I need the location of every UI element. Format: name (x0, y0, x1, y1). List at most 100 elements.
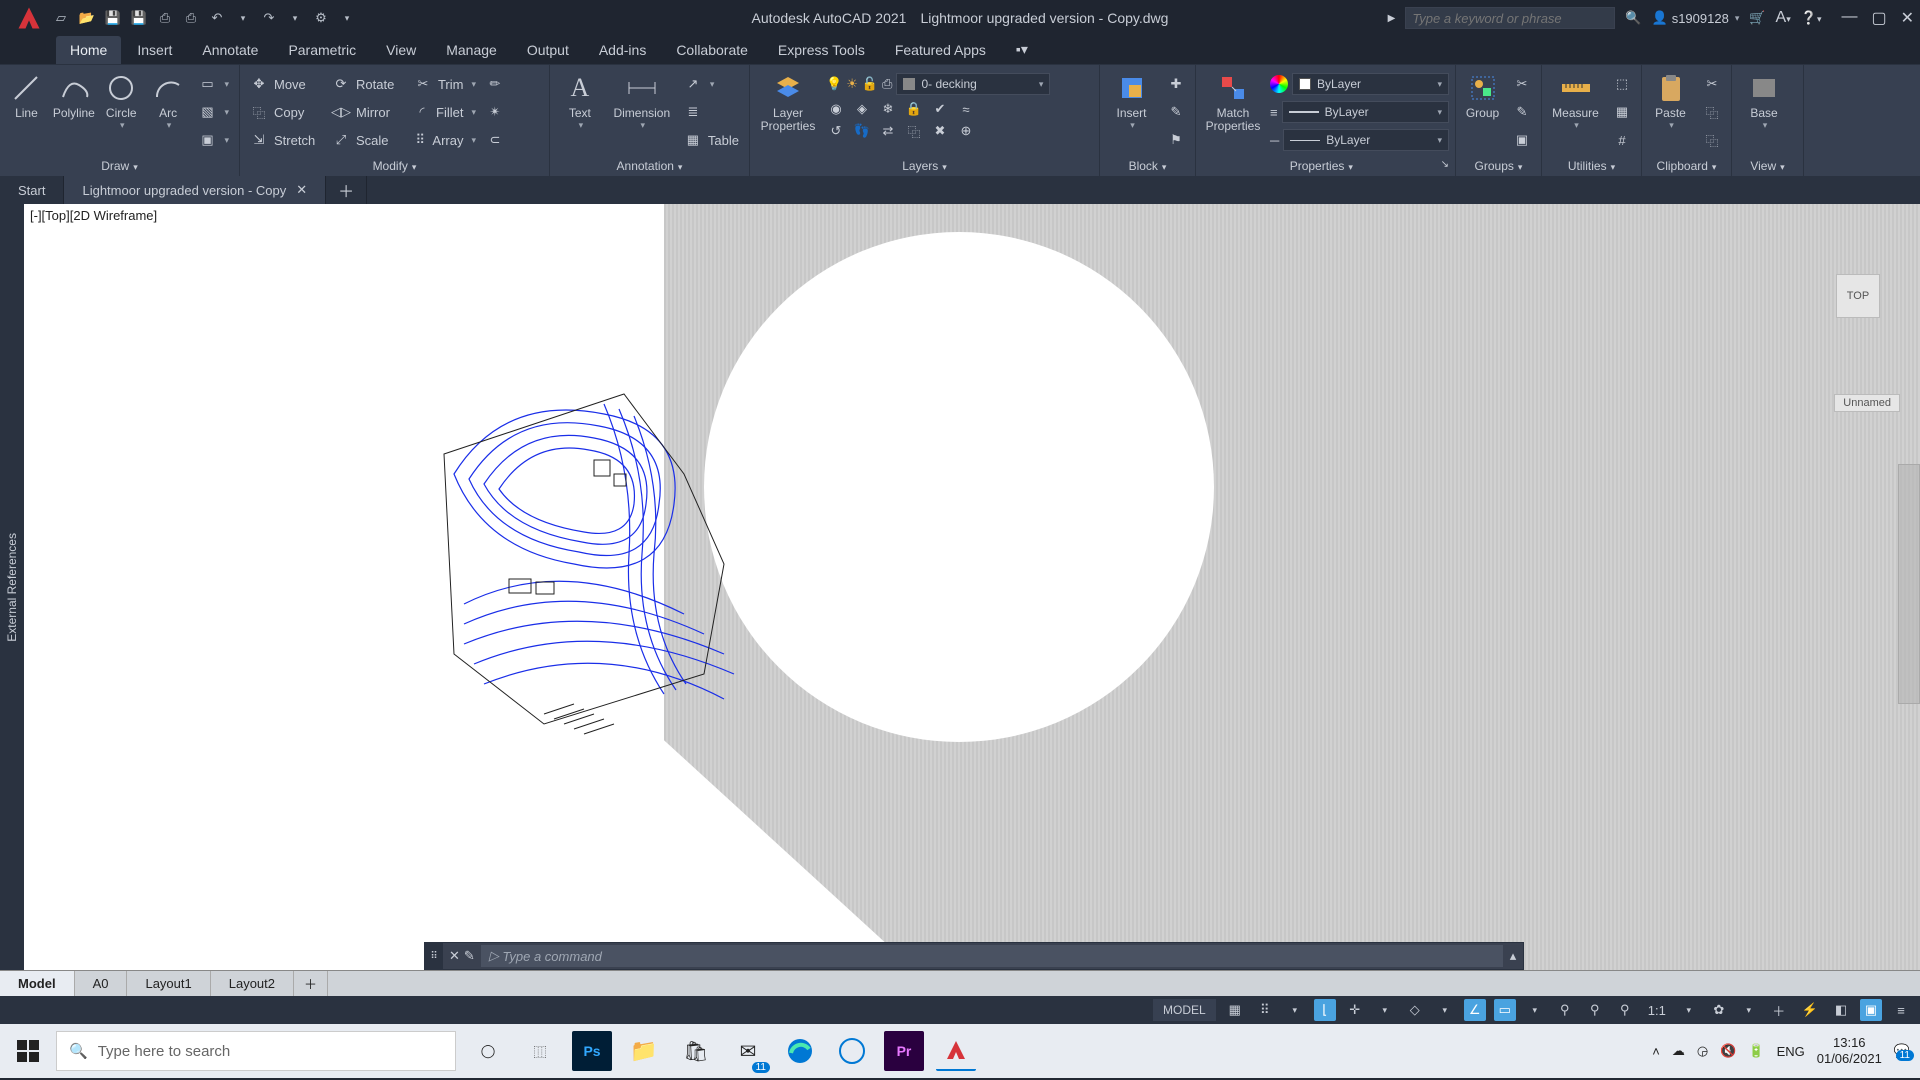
windows-search-input[interactable]: 🔍 Type here to search (56, 1031, 456, 1071)
gear-dd[interactable]: ▾ (1738, 999, 1760, 1021)
sidebar-external-references[interactable]: External References (0, 204, 24, 970)
layer-merge-icon[interactable]: ⊕ (956, 121, 976, 141)
layer-make-icon[interactable]: ✔ (930, 99, 950, 119)
offset-button[interactable]: ⊂ (482, 127, 508, 153)
explorer-icon[interactable]: 📁 (624, 1031, 664, 1071)
language-indicator[interactable]: ENG (1777, 1044, 1805, 1059)
cart-icon[interactable]: 🛒 (1749, 10, 1765, 26)
rotate-button[interactable]: ⟳Rotate (328, 71, 408, 97)
ribbon-tab-addins[interactable]: Add-ins (585, 36, 660, 64)
ribbon-tab-parametric[interactable]: Parametric (274, 36, 370, 64)
premiere-icon[interactable]: Pr (884, 1031, 924, 1071)
base-button[interactable]: Base▾ (1738, 71, 1790, 131)
group-button[interactable]: Group (1462, 71, 1503, 120)
new-icon[interactable]: ▱ (52, 9, 70, 27)
file-tab-start[interactable]: Start (0, 176, 64, 204)
drawing-canvas[interactable]: [-][Top][2D Wireframe] — ▢ ✕ TOP Unnamed (24, 204, 1920, 970)
close-tab-icon[interactable]: ✕ (296, 182, 307, 198)
panel-view-label[interactable]: View▾ (1738, 156, 1797, 176)
group-bbox-icon[interactable]: ▣ (1509, 127, 1535, 153)
ortho-toggle[interactable]: ⌊ (1314, 999, 1336, 1021)
isoplane-toggle[interactable]: ◇ (1404, 999, 1426, 1021)
polyline-button[interactable]: Polyline (53, 71, 95, 120)
cmdline-drag-handle[interactable]: ⠿ (425, 943, 443, 969)
autodesk-app-icon[interactable]: A▾ (1776, 9, 1791, 27)
qs-plus-icon[interactable]: ＋ (1768, 999, 1790, 1021)
ribbon-extra-icon[interactable]: ▪▾ (1002, 35, 1042, 64)
layer-lock2-icon[interactable]: 🔒 (904, 99, 924, 119)
layer-properties-button[interactable]: Layer Properties (756, 71, 820, 133)
viewport-label[interactable]: [-][Top][2D Wireframe] (30, 208, 157, 223)
ribbon-tab-featured[interactable]: Featured Apps (881, 36, 1000, 64)
insert-button[interactable]: Insert▾ (1106, 71, 1157, 131)
copy-clip-icon[interactable]: ⿻ (1699, 99, 1725, 125)
erase-button[interactable]: ✏ (482, 71, 508, 97)
paste-button[interactable]: Paste▾ (1648, 71, 1693, 131)
undo-icon[interactable]: ↶ (208, 9, 226, 27)
polar-toggle[interactable]: ✛ (1344, 999, 1366, 1021)
plot-icon[interactable]: ⎙ (156, 9, 174, 27)
start-button[interactable] (0, 1024, 56, 1078)
ribbon-tab-manage[interactable]: Manage (432, 36, 511, 64)
lineweight-dropdown[interactable]: ByLayer▾ (1282, 101, 1449, 123)
linetype-dropdown[interactable]: ByLayer▾ (1283, 129, 1449, 151)
customize-status-icon[interactable]: ≡ (1890, 999, 1912, 1021)
layer-delete-icon[interactable]: ✖ (930, 121, 950, 141)
ribbon-tab-view[interactable]: View (372, 36, 430, 64)
layer-copy-icon[interactable]: ⿻ (904, 121, 924, 141)
snap-toggle[interactable]: ⠿ (1254, 999, 1276, 1021)
viewcube[interactable]: TOP (1836, 274, 1880, 318)
ungroup-icon[interactable]: ✂ (1509, 71, 1535, 97)
osnap-toggle[interactable]: ∠ (1464, 999, 1486, 1021)
dell-icon[interactable] (832, 1031, 872, 1071)
polar-dd[interactable]: ▾ (1374, 999, 1396, 1021)
maximize-button[interactable]: ▢ (1871, 8, 1886, 28)
tray-expand-icon[interactable]: ˄ (1652, 1044, 1660, 1059)
otrack-toggle[interactable]: ▭ (1494, 999, 1516, 1021)
task-view-icon[interactable]: ⿲ (520, 1031, 560, 1071)
panel-layers-label[interactable]: Layers▾ (756, 156, 1093, 176)
measure-button[interactable]: Measure▾ (1548, 71, 1603, 131)
dimension-button[interactable]: Dimension▾ (610, 71, 674, 131)
clock[interactable]: 13:16 01/06/2021 (1817, 1035, 1882, 1066)
annoscale2-icon[interactable]: ⚲ (1584, 999, 1606, 1021)
layout-tab-add[interactable]: ＋ (294, 971, 328, 996)
scale-dd[interactable]: ▾ (1678, 999, 1700, 1021)
lock-icon[interactable]: 🔓 (862, 76, 878, 92)
status-model-button[interactable]: MODEL (1153, 999, 1216, 1021)
cortana-icon[interactable]: ◯ (468, 1031, 508, 1071)
layout-tab-layout1[interactable]: Layout1 (127, 971, 210, 996)
panel-modify-label[interactable]: Modify▾ (246, 156, 543, 176)
layout-tab-model[interactable]: Model (0, 971, 75, 996)
layout-tab-layout2[interactable]: Layout2 (211, 971, 294, 996)
match-properties-button[interactable]: Match Properties (1202, 71, 1264, 133)
volume-icon[interactable]: 🔇 (1720, 1043, 1736, 1059)
qat-dd-icon[interactable]: ▾ (338, 9, 356, 27)
file-tab-active[interactable]: Lightmoor upgraded version - Copy✕ (64, 176, 326, 204)
grid-toggle[interactable]: ▦ (1224, 999, 1246, 1021)
layer-freeze-icon[interactable]: ❄ (878, 99, 898, 119)
block-edit-icon[interactable]: ✎ (1163, 99, 1189, 125)
command-input[interactable]: ▷ Type a command (481, 945, 1503, 967)
color-dropdown[interactable]: ByLayer▾ (1292, 73, 1449, 95)
navigation-bar[interactable] (1898, 464, 1920, 704)
search-submit-icon[interactable]: 🔍 (1625, 10, 1641, 26)
table-button[interactable]: ▦Table (680, 127, 743, 153)
layer-walk-icon[interactable]: 👣 (852, 121, 872, 141)
search-play-icon[interactable]: ▶ (1388, 13, 1396, 24)
bulb-icon[interactable]: 💡 (826, 76, 842, 92)
ribbon-tab-output[interactable]: Output (513, 36, 583, 64)
undo-dd-icon[interactable]: ▾ (234, 9, 252, 27)
battery-icon[interactable]: 🔋 (1748, 1043, 1764, 1059)
sun-icon[interactable]: ☀ (846, 76, 858, 92)
trim-button[interactable]: ✂Trim▾ (410, 71, 480, 97)
ucs-badge[interactable]: Unnamed (1834, 394, 1900, 412)
action-center-icon[interactable]: 💬11 (1894, 1043, 1910, 1059)
app-logo[interactable] (6, 0, 52, 36)
copy-button[interactable]: ⿻Copy (246, 99, 326, 125)
ribbon-tab-annotate[interactable]: Annotate (188, 36, 272, 64)
otrack-dd[interactable]: ▾ (1524, 999, 1546, 1021)
photoshop-icon[interactable]: Ps (572, 1031, 612, 1071)
save-icon[interactable]: 💾 (104, 9, 122, 27)
copy-base-icon[interactable]: ⿻ (1699, 127, 1725, 153)
